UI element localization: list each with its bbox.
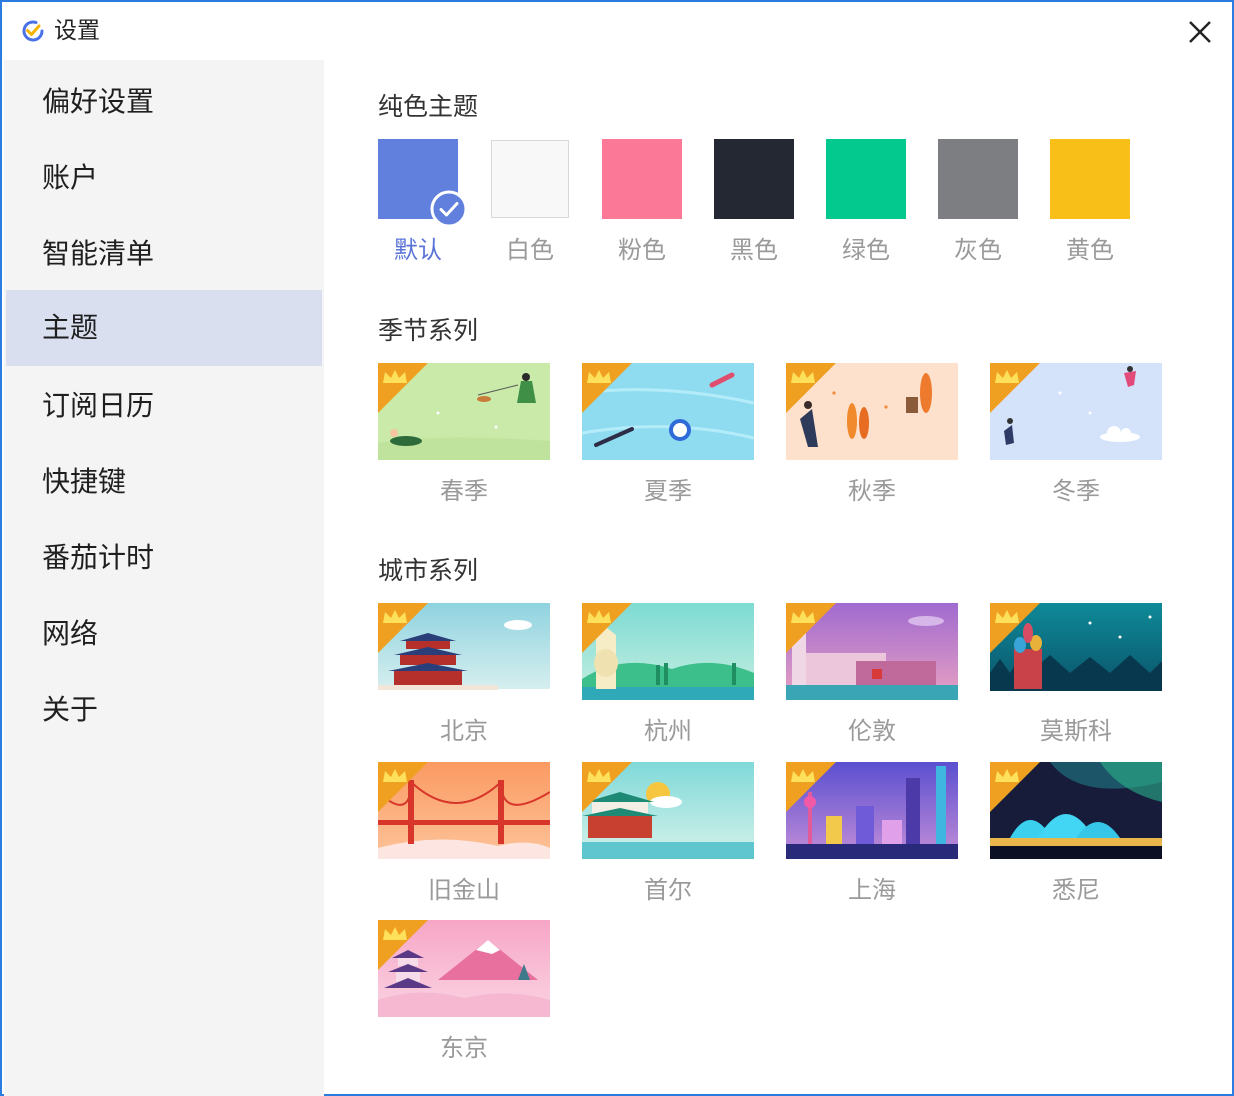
crown-icon — [786, 363, 836, 413]
solid-theme-heading: 纯色主题 — [378, 92, 479, 121]
sidebar-item-smart-lists[interactable]: 智能清单 — [6, 216, 322, 292]
card-label-beijing: 北京 — [440, 717, 488, 745]
theme-card-summer[interactable] — [582, 363, 754, 460]
theme-card-moscow[interactable] — [990, 603, 1162, 700]
sidebar-item-calendar-subscription[interactable]: 订阅日历 — [6, 368, 322, 444]
theme-card-shanghai[interactable] — [786, 762, 958, 859]
crown-icon — [786, 762, 836, 812]
card-label-hangzhou: 杭州 — [644, 717, 692, 745]
swatch-label-gray: 灰色 — [954, 236, 1002, 264]
window-title: 设置 — [54, 18, 100, 44]
card-label-winter: 冬季 — [1052, 477, 1100, 505]
theme-card-spring[interactable] — [378, 363, 550, 460]
theme-swatch-pink[interactable] — [602, 139, 682, 219]
swatch-label-pink: 粉色 — [618, 236, 666, 264]
card-label-summer: 夏季 — [644, 477, 692, 505]
theme-card-autumn[interactable] — [786, 363, 958, 460]
card-label-spring: 春季 — [440, 477, 488, 505]
swatch-label-default: 默认 — [394, 236, 442, 264]
sidebar-item-shortcuts[interactable]: 快捷键 — [6, 444, 322, 520]
crown-icon — [378, 363, 428, 413]
theme-swatch-yellow[interactable] — [1050, 139, 1130, 219]
theme-card-london[interactable] — [786, 603, 958, 700]
swatch-label-green: 绿色 — [842, 236, 890, 264]
swatch-label-black: 黑色 — [730, 236, 778, 264]
card-label-autumn: 秋季 — [848, 477, 896, 505]
sidebar-item-network[interactable]: 网络 — [6, 596, 322, 672]
sidebar-item-about[interactable]: 关于 — [6, 672, 322, 748]
app-logo-icon — [22, 20, 44, 42]
sidebar-item-preferences[interactable]: 偏好设置 — [6, 64, 322, 140]
sidebar-item-theme[interactable]: 主题 — [6, 290, 322, 366]
theme-swatch-gray[interactable] — [938, 139, 1018, 219]
city-series-heading: 城市系列 — [378, 556, 479, 585]
crown-icon — [378, 603, 428, 653]
crown-icon — [990, 603, 1040, 653]
crown-icon — [582, 603, 632, 653]
card-label-seoul: 首尔 — [644, 876, 692, 904]
season-series-heading: 季节系列 — [378, 316, 479, 345]
crown-icon — [582, 762, 632, 812]
card-label-shanghai: 上海 — [848, 876, 896, 904]
swatch-label-white: 白色 — [506, 236, 554, 264]
crown-icon — [582, 363, 632, 413]
theme-swatch-black[interactable] — [714, 139, 794, 219]
theme-swatch-green[interactable] — [826, 139, 906, 219]
card-label-san-francisco: 旧金山 — [428, 876, 500, 904]
card-label-moscow: 莫斯科 — [1040, 717, 1112, 745]
card-label-london: 伦敦 — [848, 717, 896, 745]
theme-swatch-white[interactable] — [491, 140, 569, 218]
card-label-tokyo: 东京 — [440, 1034, 488, 1062]
sidebar-item-pomodoro[interactable]: 番茄计时 — [6, 520, 322, 596]
selected-check-icon — [430, 190, 468, 228]
theme-card-tokyo[interactable] — [378, 920, 550, 1017]
card-label-sydney: 悉尼 — [1052, 876, 1100, 904]
crown-icon — [786, 603, 836, 653]
settings-window: 设置 偏好设置 账户 智能清单 主题 订阅日历 快捷键 番茄计时 网络 关于 纯… — [0, 0, 1234, 1096]
settings-sidebar: 偏好设置 账户 智能清单 主题 订阅日历 快捷键 番茄计时 网络 关于 — [4, 60, 324, 1096]
sidebar-item-account[interactable]: 账户 — [6, 140, 322, 216]
close-icon[interactable] — [1180, 12, 1220, 52]
theme-card-san-francisco[interactable] — [378, 762, 550, 859]
swatch-label-yellow: 黄色 — [1066, 236, 1114, 264]
theme-card-beijing[interactable] — [378, 603, 550, 700]
crown-icon — [378, 762, 428, 812]
theme-card-seoul[interactable] — [582, 762, 754, 859]
theme-card-hangzhou[interactable] — [582, 603, 754, 700]
title-bar: 设置 — [2, 2, 1232, 58]
crown-icon — [990, 363, 1040, 413]
theme-card-sydney[interactable] — [990, 762, 1162, 859]
crown-icon — [378, 920, 428, 970]
crown-icon — [990, 762, 1040, 812]
theme-card-winter[interactable] — [990, 363, 1162, 460]
